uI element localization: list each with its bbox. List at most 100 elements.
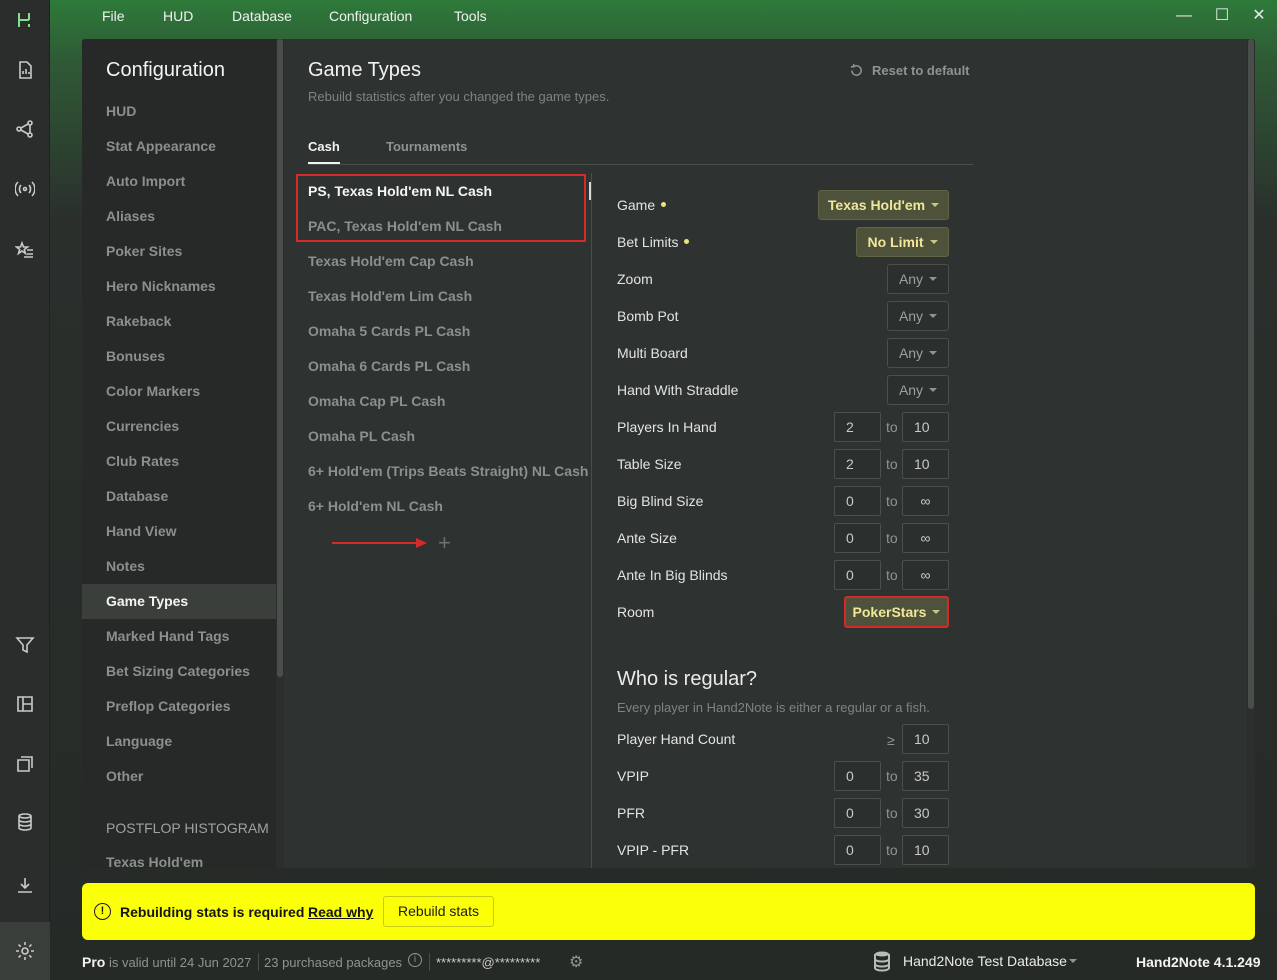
- sidebar-item-poker-sites[interactable]: Poker Sites: [82, 234, 276, 269]
- sidebar-item-preflop-categories[interactable]: Preflop Categories: [82, 689, 276, 724]
- straddle-dropdown[interactable]: Any: [887, 375, 949, 405]
- vpip-pfr-to-input[interactable]: 10: [902, 835, 949, 865]
- sidebar-item-club-rates[interactable]: Club Rates: [82, 444, 276, 479]
- database-icon[interactable]: [0, 802, 50, 842]
- pfr-to-input[interactable]: 30: [902, 798, 949, 828]
- sidebar-item-language[interactable]: Language: [82, 724, 276, 759]
- tab-tournaments[interactable]: Tournaments: [386, 139, 467, 154]
- sidebar-item-currencies[interactable]: Currencies: [82, 409, 276, 444]
- menu-hud[interactable]: HUD: [163, 8, 193, 24]
- ante-in-bb-from-input[interactable]: 0: [834, 560, 881, 590]
- add-game-type-plus-icon[interactable]: +: [438, 530, 451, 556]
- filter-icon[interactable]: [0, 625, 50, 665]
- vpip-pfr-label: VPIP - PFR: [617, 842, 690, 858]
- chevron-down-icon: [929, 314, 938, 318]
- table-size-label: Table Size: [617, 456, 682, 472]
- game-type-item[interactable]: Omaha PL Cash: [308, 419, 415, 454]
- purchased-packages[interactable]: 23 purchased packages: [264, 955, 402, 970]
- game-dropdown[interactable]: Texas Hold'em: [818, 190, 949, 220]
- sidebar-item-hud[interactable]: HUD: [82, 94, 276, 129]
- hand-count-input[interactable]: 10: [902, 724, 949, 754]
- ante-in-bb-to-input[interactable]: ∞: [902, 560, 949, 590]
- vpip-from-input[interactable]: 0: [834, 761, 881, 791]
- players-in-hand-from-input[interactable]: 2: [834, 412, 881, 442]
- sidebar-item-notes[interactable]: Notes: [82, 549, 276, 584]
- database-selector[interactable]: Hand2Note Test Database: [903, 953, 1067, 969]
- sidebar-item-bet-sizing-categories[interactable]: Bet Sizing Categories: [82, 654, 276, 689]
- sidebar-item-auto-import[interactable]: Auto Import: [82, 164, 276, 199]
- menu-tools[interactable]: Tools: [454, 8, 487, 24]
- room-label: Room: [617, 604, 655, 620]
- reset-to-default-button[interactable]: Reset to default: [849, 63, 970, 78]
- sidebar-item-database[interactable]: Database: [82, 479, 276, 514]
- download-icon[interactable]: [0, 865, 50, 905]
- settings-gear-icon[interactable]: [0, 922, 50, 980]
- greater-equal-sign: ≥: [887, 732, 895, 748]
- vpip-pfr-from-input[interactable]: 0: [834, 835, 881, 865]
- sidebar-scrollbar[interactable]: [276, 39, 284, 868]
- sidebar-item-bonuses[interactable]: Bonuses: [82, 339, 276, 374]
- room-dropdown[interactable]: PokerStars: [844, 596, 949, 628]
- live-broadcast-icon[interactable]: [0, 169, 50, 209]
- menu-file[interactable]: File: [102, 8, 125, 24]
- menu-bar: File HUD Database Configuration Tools — …: [50, 0, 1277, 34]
- game-type-item[interactable]: Omaha 6 Cards PL Cash: [308, 349, 470, 384]
- sidebar-item-aliases[interactable]: Aliases: [82, 199, 276, 234]
- share-icon[interactable]: [0, 109, 50, 149]
- bet-limits-dropdown[interactable]: No Limit: [856, 227, 949, 257]
- close-icon[interactable]: ✕: [1249, 6, 1269, 26]
- windows-icon[interactable]: [0, 744, 50, 784]
- ante-size-to-input[interactable]: ∞: [902, 523, 949, 553]
- sidebar-item-texas-holdem[interactable]: Texas Hold'em: [82, 845, 276, 868]
- tab-cash[interactable]: Cash: [308, 139, 340, 164]
- sidebar-item-color-markers[interactable]: Color Markers: [82, 374, 276, 409]
- game-type-item[interactable]: Texas Hold'em Cap Cash: [308, 244, 474, 279]
- content-scrollbar[interactable]: [1247, 39, 1255, 868]
- game-type-item[interactable]: 6+ Hold'em (Trips Beats Straight) NL Cas…: [308, 454, 588, 489]
- chevron-down-icon: [929, 277, 938, 281]
- chevron-down-icon[interactable]: [1069, 959, 1077, 963]
- hand-count-label: Player Hand Count: [617, 731, 736, 747]
- info-icon[interactable]: i: [408, 953, 422, 967]
- read-why-link[interactable]: Read why: [308, 904, 373, 920]
- game-type-item[interactable]: 6+ Hold'em NL Cash: [308, 489, 443, 524]
- maximize-icon[interactable]: ☐: [1212, 6, 1232, 26]
- account-gear-icon[interactable]: ⚙: [569, 952, 583, 972]
- table-size-from-input[interactable]: 2: [834, 449, 881, 479]
- rebuild-stats-button[interactable]: Rebuild stats: [383, 896, 494, 927]
- sidebar-item-other[interactable]: Other: [82, 759, 276, 794]
- menu-configuration[interactable]: Configuration: [329, 8, 412, 24]
- game-type-item[interactable]: Texas Hold'em Lim Cash: [308, 279, 472, 314]
- layout-icon[interactable]: [0, 684, 50, 724]
- game-type-item[interactable]: Omaha 5 Cards PL Cash: [308, 314, 470, 349]
- sidebar-item-hand-view[interactable]: Hand View: [82, 514, 276, 549]
- status-bar: Pro is valid until 24 Jun 2027 23 purcha…: [50, 944, 1277, 980]
- sidebar-item-stat-appearance[interactable]: Stat Appearance: [82, 129, 276, 164]
- hand2note-logo-icon[interactable]: [0, 0, 50, 40]
- big-blind-from-input[interactable]: 0: [834, 486, 881, 516]
- vpip-to-input[interactable]: 35: [902, 761, 949, 791]
- table-size-to-input[interactable]: 10: [902, 449, 949, 479]
- content-scroll-thumb[interactable]: [1248, 39, 1254, 709]
- sidebar-item-hero-nicknames[interactable]: Hero Nicknames: [82, 269, 276, 304]
- banner-text: Rebuilding stats is required: [120, 904, 305, 920]
- game-type-item[interactable]: Omaha Cap PL Cash: [308, 384, 445, 419]
- bet-limits-label: Bet Limits: [617, 234, 690, 250]
- bomb-pot-dropdown[interactable]: Any: [887, 301, 949, 331]
- sidebar-item-rakeback[interactable]: Rakeback: [82, 304, 276, 339]
- pfr-from-input[interactable]: 0: [834, 798, 881, 828]
- menu-database[interactable]: Database: [232, 8, 292, 24]
- minimize-icon[interactable]: —: [1174, 6, 1194, 26]
- plan-validity: is valid until 24 Jun 2027: [109, 955, 252, 970]
- report-icon[interactable]: [0, 50, 50, 90]
- sidebar-item-marked-hand-tags[interactable]: Marked Hand Tags: [82, 619, 276, 654]
- ante-size-from-input[interactable]: 0: [834, 523, 881, 553]
- sidebar-scroll-thumb[interactable]: [277, 39, 283, 677]
- rebuild-banner: ! Rebuilding stats is required Read why …: [82, 883, 1255, 940]
- big-blind-to-input[interactable]: ∞: [902, 486, 949, 516]
- starred-list-icon[interactable]: [0, 230, 50, 270]
- players-in-hand-to-input[interactable]: 10: [902, 412, 949, 442]
- sidebar-item-game-types[interactable]: Game Types: [82, 584, 276, 619]
- multi-board-dropdown[interactable]: Any: [887, 338, 949, 368]
- zoom-dropdown[interactable]: Any: [887, 264, 949, 294]
